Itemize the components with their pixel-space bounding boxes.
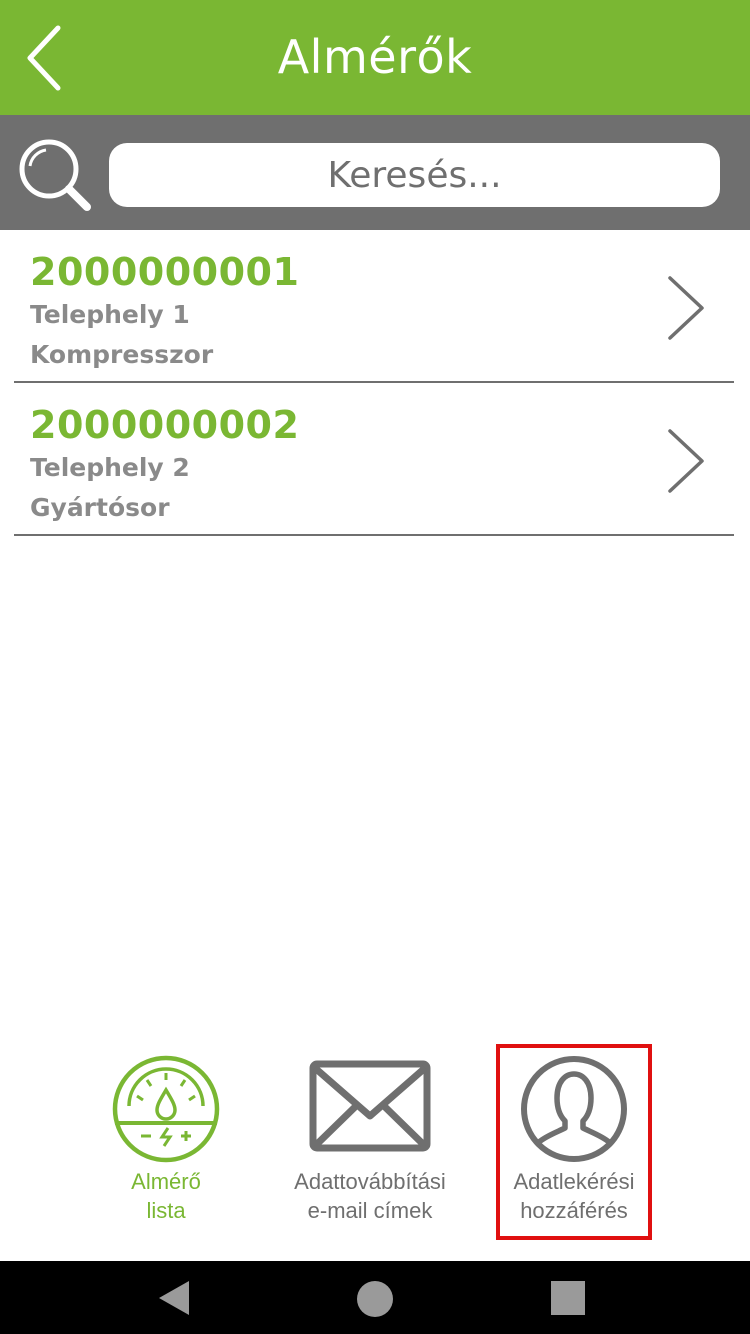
chevron-right-icon <box>668 429 704 493</box>
list-item[interactable]: 2000000001 Telephely 1 Kompresszor <box>14 230 734 383</box>
tab-data-access[interactable]: Adatlekérési hozzáférés <box>496 1044 652 1240</box>
page-title: Almérők <box>277 30 473 84</box>
back-icon[interactable] <box>157 1279 191 1317</box>
system-nav-bar <box>0 1261 750 1334</box>
recents-icon[interactable] <box>551 1281 585 1315</box>
list-item[interactable]: 2000000002 Telephely 2 Gyártósor <box>14 383 734 536</box>
tab-label-line2: e-mail címek <box>307 1198 433 1223</box>
meter-site: Telephely 2 <box>30 453 190 482</box>
user-icon <box>521 1056 627 1162</box>
tab-label-line2: hozzáférés <box>520 1198 628 1223</box>
meter-list: 2000000001 Telephely 1 Kompresszor 20000… <box>0 230 750 536</box>
search-icon[interactable] <box>16 136 94 214</box>
meter-device: Gyártósor <box>30 493 170 522</box>
meter-gauge-icon <box>112 1055 220 1163</box>
meter-device: Kompresszor <box>30 340 214 369</box>
envelope-icon <box>309 1060 431 1152</box>
tab-label-line1: Adattovábbítási <box>294 1169 446 1194</box>
meter-id: 2000000002 <box>30 403 300 447</box>
chevron-right-icon <box>668 276 704 340</box>
search-input[interactable] <box>109 143 720 207</box>
tab-email-addresses[interactable]: Adattovábbítási e-mail címek <box>270 1040 470 1240</box>
tab-label-line1: Almérő <box>131 1169 201 1194</box>
home-icon[interactable] <box>356 1280 394 1318</box>
tab-label-line2: lista <box>146 1198 186 1223</box>
bottom-tab-bar: Almérő lista Adattovábbítási e-mail címe… <box>0 1040 750 1260</box>
tab-meter-list[interactable]: Almérő lista <box>96 1040 236 1240</box>
tab-label-line1: Adatlekérési <box>513 1169 635 1194</box>
meter-site: Telephely 1 <box>30 300 190 329</box>
app-header: Almérők <box>0 0 750 115</box>
meter-id: 2000000001 <box>30 250 300 294</box>
